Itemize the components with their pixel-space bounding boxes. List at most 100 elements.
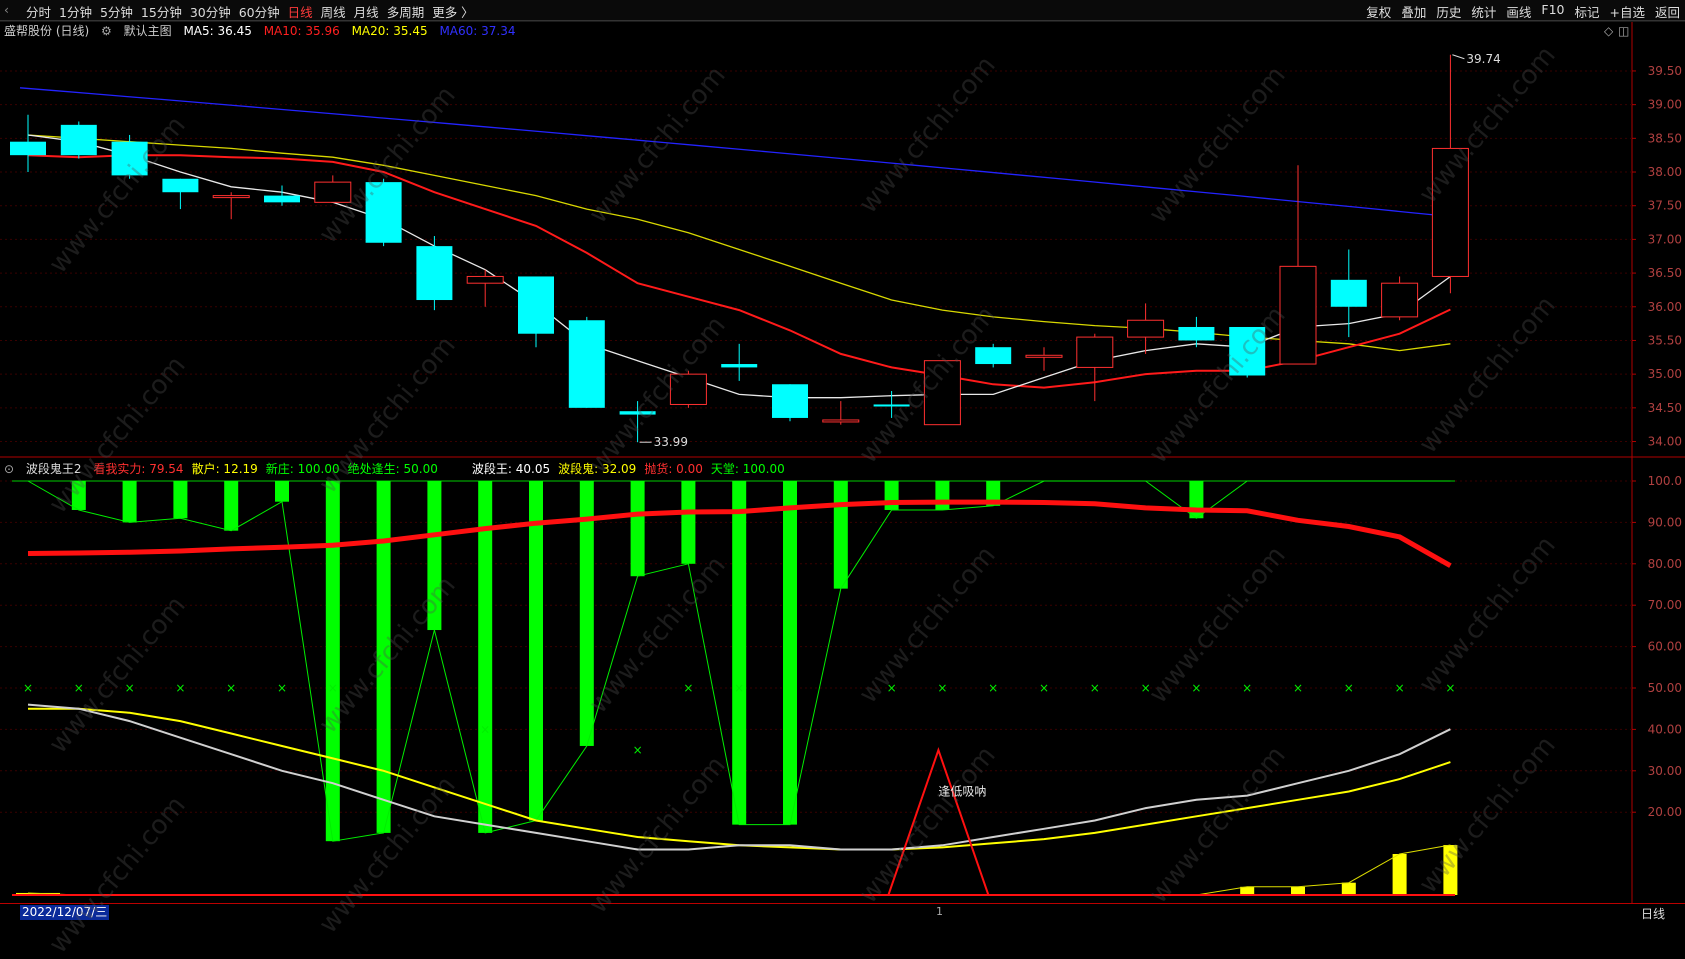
price-tick-label: 36.00 xyxy=(1648,300,1682,314)
new-bank-bar xyxy=(681,481,696,564)
indicator-value-0: 看我实力: 79.54 xyxy=(93,462,184,476)
price-tick-label: 34.00 xyxy=(1648,435,1682,449)
indicator-tick-label: 70.00 xyxy=(1648,598,1682,612)
indicator-value-5: 波段鬼: 32.09 xyxy=(558,462,637,476)
template-label[interactable]: 默认主图 xyxy=(124,24,172,38)
candle-body-up xyxy=(1279,265,1317,365)
high-pointer xyxy=(1452,54,1465,60)
template-gear-icon[interactable]: ⚙ xyxy=(101,24,112,38)
indicator-tick-label: 100.0 xyxy=(1648,474,1682,488)
retail-bar xyxy=(1392,854,1407,895)
price-tick-label: 39.50 xyxy=(1648,64,1682,78)
ma5-label: MA5: 36.45 xyxy=(183,24,252,38)
stock-title[interactable]: 盛帮股份 (日线) xyxy=(4,24,89,38)
candle-body-up xyxy=(466,275,504,284)
back-arrow-icon[interactable]: ‹ xyxy=(4,2,9,17)
toolbar-right-item-7[interactable]: +自选 xyxy=(1610,2,1645,21)
toolbar-right-item-1[interactable]: 叠加 xyxy=(1401,2,1426,21)
x-marker: × xyxy=(633,743,643,757)
x-marker: × xyxy=(480,722,490,736)
new-bank-bar xyxy=(1189,481,1204,519)
indicator-name[interactable]: 波段鬼王2 xyxy=(26,462,82,476)
x-marker: × xyxy=(1344,681,1354,695)
retail-bar xyxy=(1341,882,1356,895)
cursor-date: 2022/12/07/三 xyxy=(20,905,110,920)
candle-body-down xyxy=(111,141,148,176)
toolbar-right-item-8[interactable]: 返回 xyxy=(1655,2,1680,21)
indicator-value-3: 绝处逢生: 50.00 xyxy=(347,462,438,476)
candle-body-down xyxy=(873,404,910,407)
candle-body-down xyxy=(1229,326,1266,376)
panel-icon: ◫ xyxy=(1618,24,1629,38)
x-marker: × xyxy=(937,681,947,695)
ma20-label: MA20: 35.45 xyxy=(351,24,428,38)
candle-body-down xyxy=(619,411,656,415)
toolbar-right-item-5[interactable]: F10 xyxy=(1541,2,1564,17)
x-marker: × xyxy=(1191,681,1201,695)
new-bank-bar xyxy=(325,481,340,842)
ma60-label: MA60: 37.34 xyxy=(439,24,516,38)
candle-body-down xyxy=(772,384,808,418)
candle-body-down xyxy=(10,141,46,156)
x-marker: × xyxy=(1293,681,1303,695)
toolbar-item-10[interactable]: 更多 〉 xyxy=(432,2,473,21)
new-bank-bar xyxy=(884,481,899,510)
x-marker: × xyxy=(887,681,897,695)
new-bank-bar xyxy=(630,481,645,577)
ma20-line xyxy=(27,134,1451,352)
period-label[interactable]: 日线 xyxy=(1641,905,1665,922)
price-tick-label: 38.50 xyxy=(1648,131,1682,145)
candle-body-up xyxy=(212,195,250,199)
new-bank-bar xyxy=(732,481,747,825)
new-bank-bar xyxy=(833,481,848,589)
candle-body-down xyxy=(975,347,1012,365)
indicator-tick-label: 20.00 xyxy=(1648,805,1682,819)
indicator-tick-label: 90.00 xyxy=(1648,515,1682,529)
status-bar: 2022/12/07/三 1 日线 xyxy=(0,903,1685,921)
candle-body-down xyxy=(518,276,554,334)
cursor-marker: 1 xyxy=(936,905,943,918)
candle-body-up xyxy=(822,419,860,423)
x-marker: × xyxy=(328,681,338,695)
candle-body-down xyxy=(1178,326,1215,341)
new-bank-bar xyxy=(427,481,442,631)
toolbar-item-3[interactable]: 15分钟 xyxy=(141,2,182,21)
toolbar-right-item-6[interactable]: 标记 xyxy=(1574,2,1599,21)
toolbar-item-1[interactable]: 1分钟 xyxy=(59,2,92,21)
toolbar-item-8[interactable]: 月线 xyxy=(354,2,379,21)
toolbar-right-item-3[interactable]: 统计 xyxy=(1471,2,1496,21)
toolbar-right-item-4[interactable]: 画线 xyxy=(1506,2,1531,21)
indicator-value-2: 新庄: 100.00 xyxy=(265,462,340,476)
candle-body-down xyxy=(162,178,199,193)
toolbar-item-7[interactable]: 周线 xyxy=(321,2,346,21)
new-bank-bar xyxy=(478,481,493,833)
x-marker: × xyxy=(125,681,135,695)
indicator-tick-label: 40.00 xyxy=(1648,722,1682,736)
new-bank-bar xyxy=(783,481,797,825)
toolbar-right-item-0[interactable]: 复权 xyxy=(1366,2,1391,21)
toolbar-item-6[interactable]: 日线 xyxy=(288,2,313,21)
x-marker: × xyxy=(74,681,84,695)
toolbar-item-5[interactable]: 60分钟 xyxy=(239,2,280,21)
price-tick-label: 37.00 xyxy=(1648,232,1682,246)
x-marker: × xyxy=(683,681,693,695)
indicator-collapse-icon[interactable]: ⊙ xyxy=(4,462,14,476)
indicator-legend: ⊙ 波段鬼王2 看我实力: 79.54 散户: 12.19 新庄: 100.00 绝处… xyxy=(4,460,793,476)
buy-dip-triangle xyxy=(887,747,990,896)
toolbar-item-4[interactable]: 30分钟 xyxy=(190,2,231,21)
candle-body-up xyxy=(1431,147,1469,277)
candle-body-up xyxy=(1127,319,1165,338)
candle-body-up xyxy=(1025,354,1063,358)
indicator-value-1: 散户: 12.19 xyxy=(191,462,258,476)
toolbar-item-2[interactable]: 5分钟 xyxy=(100,2,133,21)
high-price-label: 39.74 xyxy=(1466,52,1500,66)
toolbar-item-0[interactable]: 分时 xyxy=(26,2,51,21)
candle-body-down xyxy=(1330,279,1367,307)
toolbar-right-item-2[interactable]: 历史 xyxy=(1436,2,1461,21)
candle-body-down xyxy=(264,195,300,203)
x-marker: × xyxy=(1141,681,1151,695)
new-bank-bar xyxy=(173,481,188,519)
x-marker: × xyxy=(1242,681,1252,695)
toolbar-item-9[interactable]: 多周期 xyxy=(387,2,425,21)
main-chart-legend: 盛帮股份 (日线) ⚙ 默认主图 MA5: 36.45 MA10: 35.96 … xyxy=(4,22,524,38)
